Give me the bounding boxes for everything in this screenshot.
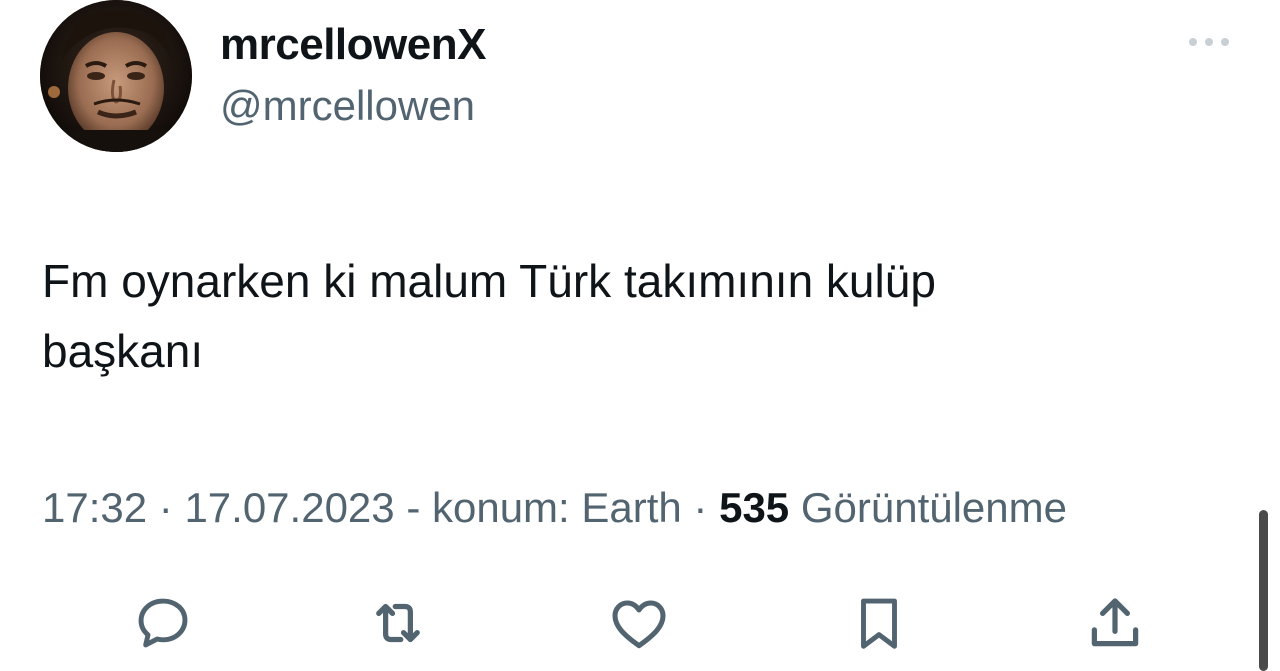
bookmark-button[interactable]	[846, 590, 912, 656]
tweet-text: Fm oynarken ki malum Türk takımının kulü…	[42, 255, 936, 377]
avatar[interactable]	[40, 0, 192, 152]
views-count[interactable]: 535	[719, 484, 789, 531]
meta-separator: ·	[147, 484, 185, 531]
bookmark-icon	[861, 598, 897, 649]
retweet-button[interactable]	[365, 590, 431, 656]
more-options-icon[interactable]	[1184, 30, 1234, 54]
like-button[interactable]	[606, 590, 672, 656]
tweet-date[interactable]: 17.07.2023	[184, 484, 394, 531]
avatar-photo	[40, 0, 192, 152]
tweet-detail: mrcellowenX @mrcellowen Fm oynarken ki m…	[0, 0, 1280, 671]
tweet-location: - konum: Earth	[394, 484, 682, 531]
tweet-meta: 17:32 · 17.07.2023 - konum: Earth · 535 …	[42, 484, 1067, 532]
scrollbar[interactable]	[1259, 510, 1268, 671]
comment-icon	[138, 598, 188, 648]
tweet-time[interactable]: 17:32	[42, 484, 147, 531]
meta-separator: ·	[681, 484, 720, 531]
views-label[interactable]: Görüntülenme	[789, 484, 1067, 531]
heart-icon	[612, 600, 666, 649]
share-button[interactable]	[1082, 590, 1148, 656]
user-handle[interactable]: @mrcellowen	[220, 82, 475, 130]
display-name[interactable]: mrcellowenX	[220, 20, 486, 70]
retweet-icon	[376, 603, 420, 643]
action-bar	[0, 590, 1280, 660]
reply-button[interactable]	[130, 590, 196, 656]
share-icon	[1091, 598, 1139, 647]
